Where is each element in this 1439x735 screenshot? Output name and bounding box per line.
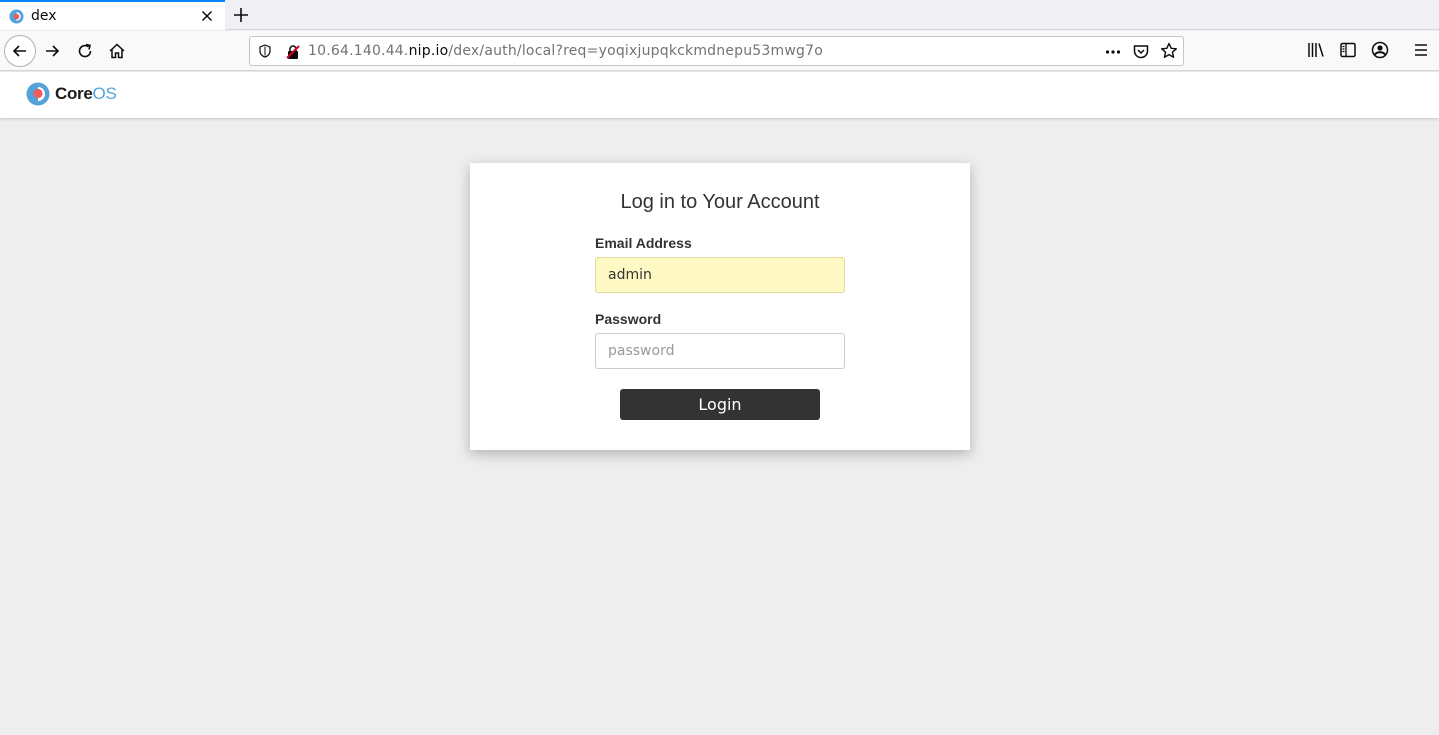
more-actions-icon[interactable] [1104,43,1122,61]
home-icon [109,43,125,59]
account-icon[interactable] [1370,40,1390,60]
new-tab-icon[interactable] [231,5,251,25]
login-card: Log in to Your Account Email Address Pas… [470,163,970,450]
close-tab-icon[interactable] [199,8,215,24]
library-icon[interactable] [1306,40,1326,60]
url-host: nip.io [408,43,449,59]
bookmark-star-icon[interactable] [1160,42,1178,60]
coreos-favicon-icon [9,9,24,24]
logo-os-text: OS [92,84,117,103]
tab-dex[interactable]: dex [0,0,225,30]
reload-button[interactable] [73,39,97,63]
logo-text: CoreOS [55,84,117,104]
forward-button[interactable] [40,39,64,63]
pocket-icon[interactable] [1132,43,1150,61]
coreos-logo[interactable]: CoreOS [26,82,117,106]
insecure-lock-icon[interactable] [285,44,301,60]
logo-core-text: Core [55,84,93,103]
navigation-toolbar: 10.64.140.44.nip.io/dex/auth/local?req=y… [0,31,1439,71]
url-bar[interactable]: 10.64.140.44.nip.io/dex/auth/local?req=y… [249,36,1184,66]
email-label: Email Address [595,235,692,251]
password-field[interactable] [595,333,845,369]
url-path: /dex/auth/local?req=yoqixjupqkckmdnepu53… [448,43,823,59]
login-button[interactable]: Login [620,389,820,420]
tracking-protection-shield-icon[interactable] [258,44,272,58]
url-prefix: 10.64.140.44. [308,43,409,59]
sidebar-icon[interactable] [1338,40,1358,60]
home-button[interactable] [105,39,129,63]
site-header: CoreOS [0,72,1439,118]
page-title: Log in to Your Account [620,191,820,213]
back-button[interactable] [4,35,36,67]
email-field[interactable] [595,257,845,293]
hamburger-menu-icon[interactable] [1411,40,1431,60]
tab-title: dex [31,8,57,24]
password-label: Password [595,311,662,327]
tab-bar: dex [0,0,1439,30]
reload-icon [78,43,92,58]
coreos-logo-icon [26,82,50,106]
arrow-left-icon [12,45,26,57]
url-text[interactable]: 10.64.140.44.nip.io/dex/auth/local?req=y… [308,43,823,59]
arrow-right-icon [46,45,60,57]
